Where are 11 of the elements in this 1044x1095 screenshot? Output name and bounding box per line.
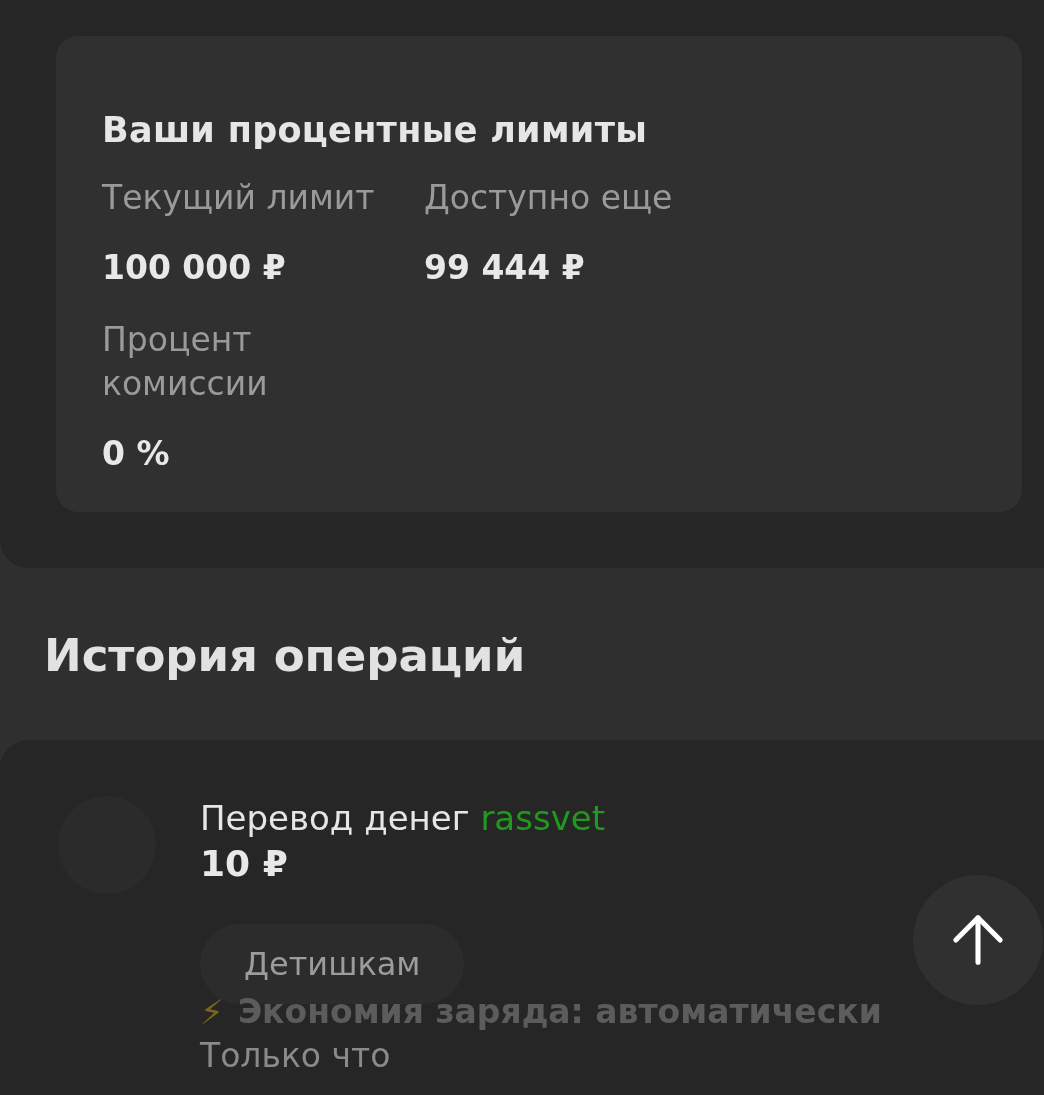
- stat-label: Доступно еще: [424, 177, 674, 219]
- stat-label: Процент комиссии: [102, 319, 269, 405]
- stat-label: Текущий лимит: [102, 177, 376, 219]
- stat-value: 0 %: [102, 433, 171, 475]
- section-title: История операций: [43, 628, 527, 684]
- card-title: Ваши процентные лимиты: [102, 110, 649, 150]
- operation-title: Перевод денег rassvet: [200, 797, 605, 840]
- stat-value: 99 444 ₽: [424, 247, 586, 289]
- operation-time: Только что: [200, 1035, 391, 1077]
- stat-value: 100 000 ₽: [102, 247, 287, 289]
- operation-amount: 10 ₽: [200, 842, 288, 886]
